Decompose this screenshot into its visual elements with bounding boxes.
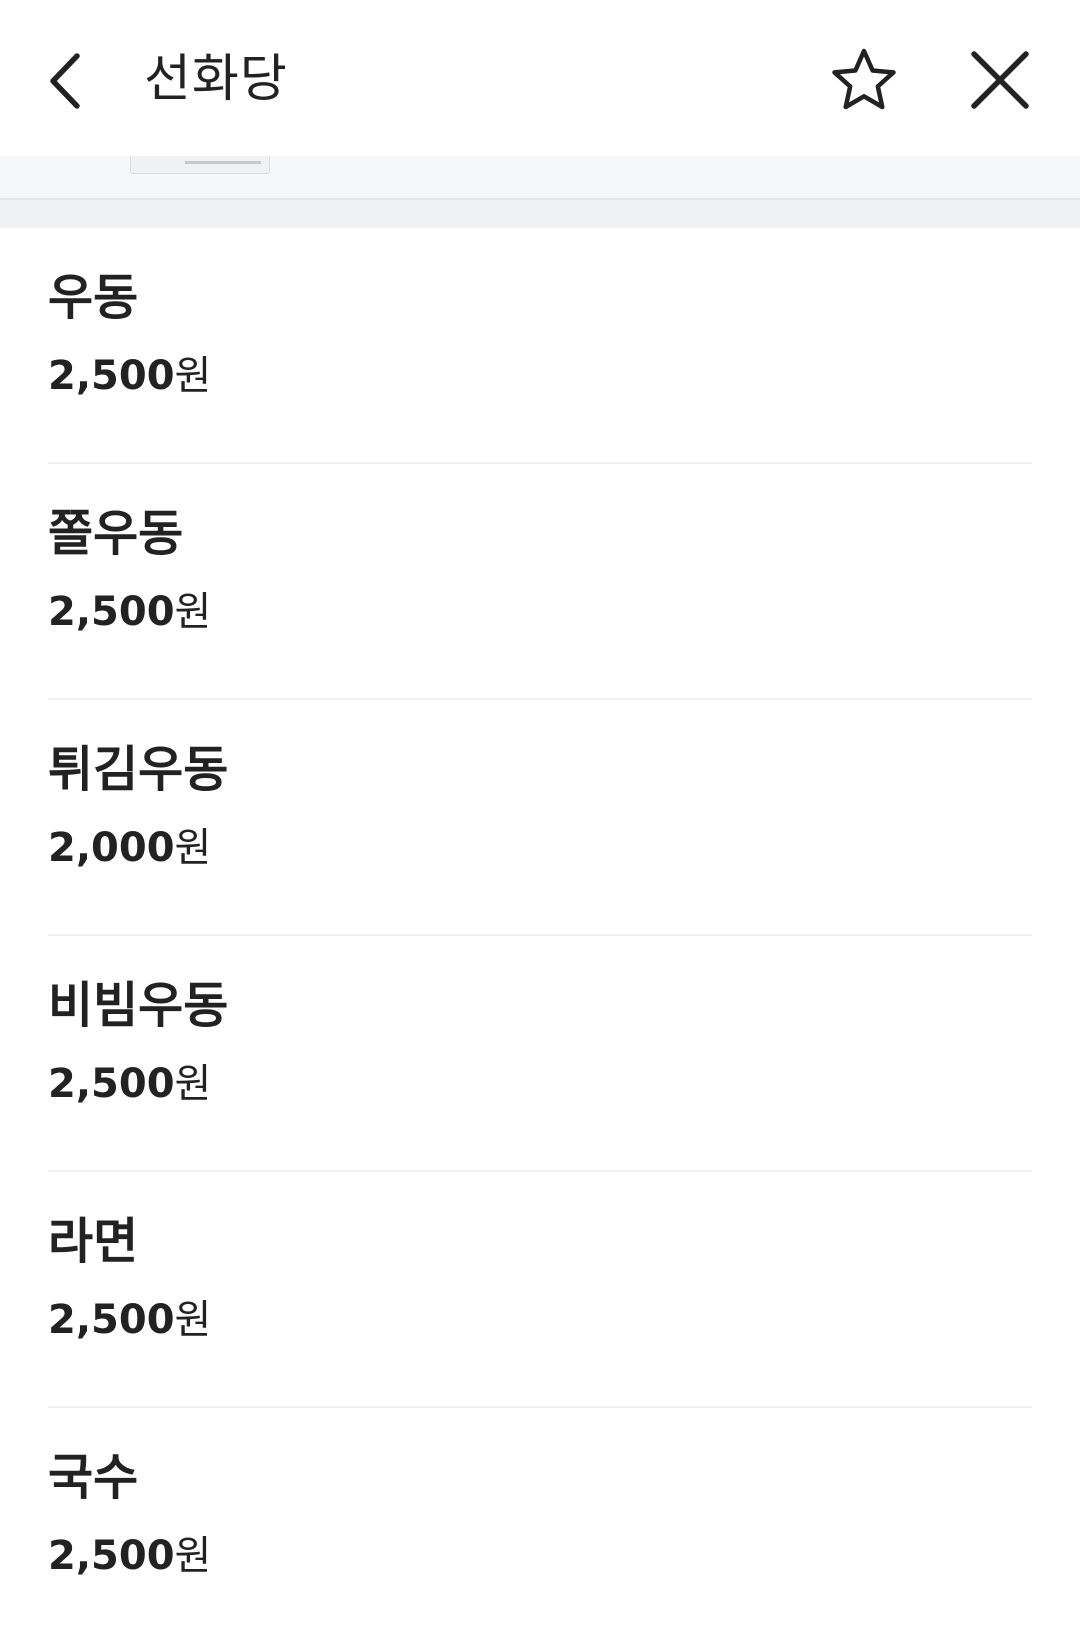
price-amount: 2,500	[48, 1061, 175, 1107]
price-amount: 2,500	[48, 1297, 175, 1343]
close-button[interactable]	[958, 38, 1042, 122]
top-app-bar: 선화당	[0, 0, 1080, 156]
price-unit: 원	[174, 1297, 212, 1343]
price-unit: 원	[174, 589, 212, 635]
menu-item-price: 2,500원	[48, 350, 211, 402]
menu-item-name: 국수	[48, 1449, 139, 1506]
menu-item-name: 비빔우동	[48, 977, 229, 1034]
chevron-left-icon	[50, 53, 80, 109]
price-amount: 2,500	[48, 589, 175, 635]
price-unit: 원	[174, 1061, 212, 1107]
menu-item-price: 2,500원	[48, 1294, 211, 1346]
price-amount: 2,000	[48, 825, 175, 871]
menu-item[interactable]: 쫄우동 2,500원	[0, 464, 1080, 700]
page-title: 선화당	[144, 50, 288, 109]
price-unit: 원	[174, 1533, 212, 1579]
menu-item[interactable]: 우동 2,500원	[0, 228, 1080, 464]
menu-item-name: 튀김우동	[48, 741, 229, 798]
menu-item[interactable]: 라면 2,500원	[0, 1172, 1080, 1408]
back-button[interactable]	[30, 36, 100, 126]
menu-item-name: 라면	[48, 1213, 139, 1270]
menu-list: 우동 2,500원 쫄우동 2,500원 튀김우동 2,000원 비빔우동 2,…	[0, 228, 1080, 1644]
price-amount: 2,500	[48, 353, 175, 399]
menu-item-price: 2,500원	[48, 1530, 211, 1582]
menu-item-price: 2,000원	[48, 822, 211, 874]
section-divider	[0, 200, 1080, 228]
star-outline-icon	[832, 48, 896, 110]
scrolled-content-strip	[0, 156, 1080, 200]
menu-item[interactable]: 비빔우동 2,500원	[0, 936, 1080, 1172]
partial-image-thumbnail	[130, 156, 270, 174]
price-unit: 원	[174, 825, 212, 871]
menu-item-name: 우동	[48, 269, 139, 326]
close-icon	[971, 51, 1029, 109]
restaurant-menu-screen: 선화당 우동 2,500원 쫄우동 2,500원 튀김우동 2,000원 비빔우…	[0, 0, 1080, 1646]
menu-item[interactable]: 국수 2,500원	[0, 1408, 1080, 1644]
menu-item[interactable]: 튀김우동 2,000원	[0, 700, 1080, 936]
menu-item-price: 2,500원	[48, 1058, 211, 1110]
favorite-button[interactable]	[822, 38, 906, 122]
price-unit: 원	[174, 353, 212, 399]
price-amount: 2,500	[48, 1533, 175, 1579]
menu-item-name: 쫄우동	[48, 505, 184, 562]
menu-item-price: 2,500원	[48, 586, 211, 638]
